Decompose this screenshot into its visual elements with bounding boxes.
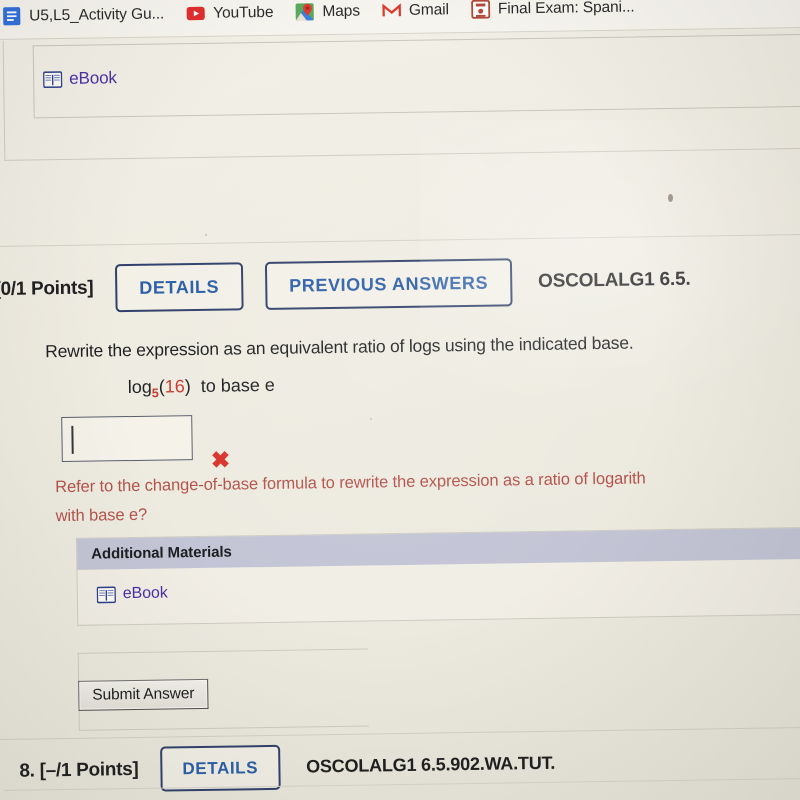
ebook-link-materials[interactable]: eBook [123, 584, 168, 603]
question8-code: OSCOLALG1 6.5.902.WA.TUT. [305, 752, 556, 777]
log-text: log [127, 376, 152, 398]
gmail-icon [382, 1, 401, 20]
book-icon [43, 70, 63, 88]
bookmark-label: Final Exam: Spani... [497, 0, 635, 18]
bookmark-item-youtube[interactable]: YouTube [186, 3, 274, 23]
google-docs-icon [2, 7, 21, 26]
quizlet-icon [470, 0, 490, 19]
question7-feedback: Refer to the change-of-base formula to r… [55, 462, 800, 531]
dust-speck [205, 234, 207, 236]
bookmark-item-maps[interactable]: Maps [295, 2, 360, 22]
bookmark-label: U5,L5_Activity Gu... [29, 4, 165, 24]
to-base-text: to base e [200, 374, 275, 396]
bookmark-item-docs[interactable]: U5,L5_Activity Gu... [2, 4, 165, 26]
close-paren: ) [184, 376, 191, 397]
question8-details-button[interactable]: DETAILS [160, 744, 281, 792]
question7-expression: log5(16) to base e [128, 375, 275, 401]
bookmark-label: Maps [322, 2, 361, 20]
additional-materials-box: Additional Materials eBook [75, 526, 800, 626]
ebook-link-top[interactable]: eBook [43, 68, 117, 89]
additional-materials-title: Additional Materials [91, 543, 232, 563]
youtube-icon [186, 4, 205, 23]
question7-code: OSCOLALG1 6.5. [537, 268, 691, 292]
previous-question-materials-box [32, 33, 800, 119]
question7-header: 7. [0/1 Points] DETAILS PREVIOUS ANSWERS… [0, 254, 800, 314]
dust-speck [370, 418, 372, 420]
google-maps-icon [295, 2, 315, 21]
question8-header: 8. [–/1 Points] DETAILS OSCOLALG1 6.5.90… [19, 737, 800, 794]
question7-prompt: Rewrite the expression as an equivalent … [45, 332, 634, 362]
ebook-link-label: eBook [69, 68, 118, 88]
log-argument: 16 [164, 376, 185, 397]
page-surface: U5,L5_Activity Gu... YouTube Maps Gmail … [0, 0, 800, 800]
bookmark-label: Gmail [408, 0, 450, 19]
book-icon [96, 585, 116, 603]
text-caret [71, 425, 74, 454]
section-divider [0, 233, 800, 248]
incorrect-mark-icon: ✖ [210, 446, 231, 473]
question8-points: 8. [–/1 Points] [19, 758, 139, 782]
answer-input[interactable] [61, 415, 193, 463]
bookmark-label: YouTube [213, 3, 274, 22]
question7-points: 7. [0/1 Points] [0, 277, 94, 301]
bookmark-item-final-exam[interactable]: Final Exam: Spani... [470, 0, 635, 19]
screen-photo: U5,L5_Activity Gu... YouTube Maps Gmail … [0, 0, 800, 800]
bookmark-item-gmail[interactable]: Gmail [382, 0, 449, 20]
submit-answer-button[interactable]: Submit Answer [78, 678, 209, 711]
question7-details-button[interactable]: DETAILS [114, 262, 244, 313]
question7-previous-answers-button[interactable]: PREVIOUS ANSWERS [264, 258, 513, 310]
dust-speck [668, 194, 673, 202]
